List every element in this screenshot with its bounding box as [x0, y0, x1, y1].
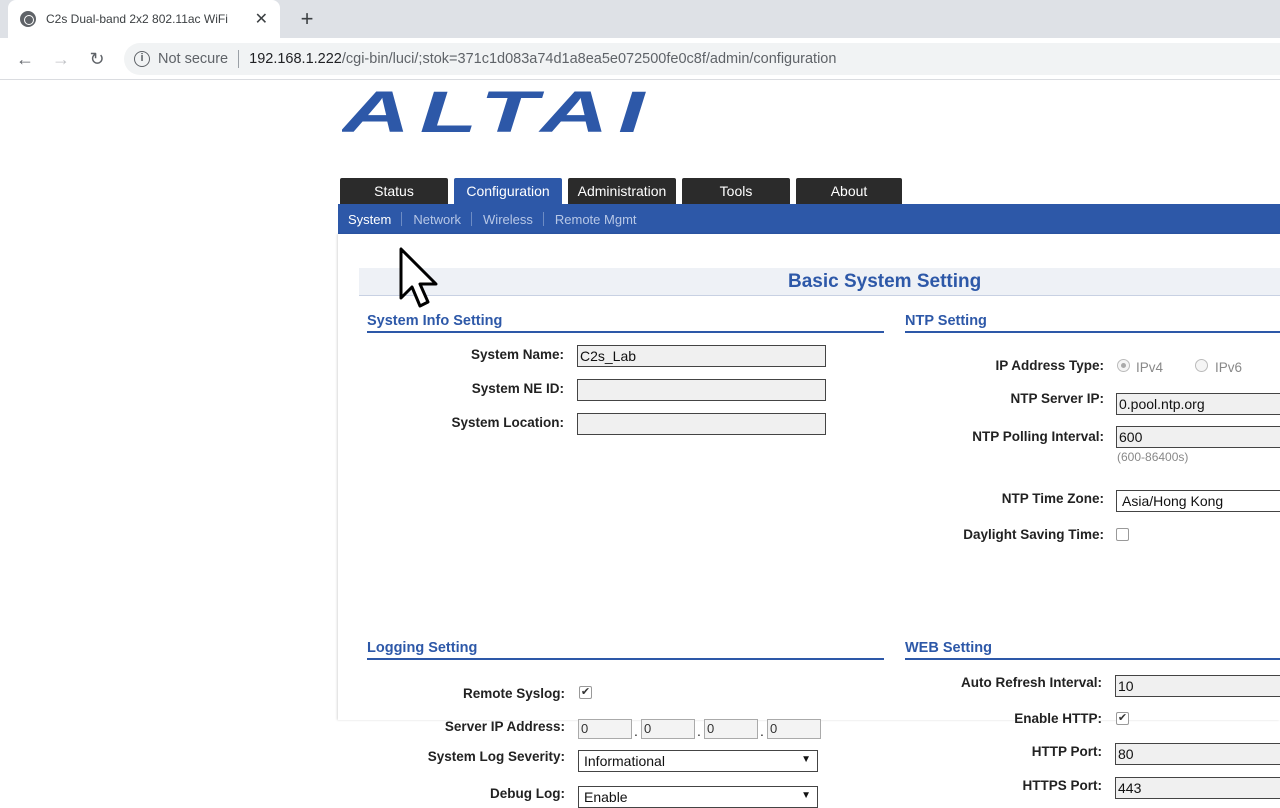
- log-severity-select[interactable]: Informational ▼: [578, 750, 818, 772]
- daylight-saving-label: Daylight Saving Time:: [963, 527, 1104, 542]
- log-severity-value: Informational: [584, 753, 665, 769]
- system-ne-id-input[interactable]: [577, 379, 826, 401]
- ipv4-radio[interactable]: [1117, 359, 1130, 372]
- system-location-label: System Location:: [451, 415, 564, 430]
- server-ip-octet-2[interactable]: 0: [641, 719, 695, 739]
- auto-refresh-label: Auto Refresh Interval:: [960, 675, 1102, 690]
- altai-logo: ALTAI: [342, 86, 654, 136]
- reload-button[interactable]: ↻: [84, 46, 110, 72]
- remote-syslog-label: Remote Syslog:: [462, 686, 565, 701]
- svg-text:ALTAI: ALTAI: [342, 86, 654, 136]
- security-label[interactable]: Not secure: [158, 51, 228, 67]
- server-ip-octet-3[interactable]: 0: [704, 719, 758, 739]
- server-ip-octet-1[interactable]: 0: [578, 719, 632, 739]
- url-host: 192.168.1.222: [249, 51, 342, 67]
- log-severity-label: System Log Severity:: [427, 749, 565, 764]
- subnav-wireless[interactable]: Wireless: [483, 212, 543, 227]
- ipv4-label: IPv4: [1136, 360, 1164, 375]
- chevron-down-icon: ▼: [801, 754, 811, 765]
- system-name-input[interactable]: C2s_Lab: [577, 345, 826, 367]
- globe-icon: [20, 11, 36, 27]
- config-content: Basic System Setting System Info Setting…: [338, 234, 1280, 808]
- ntp-interval-hint: (600-86400s): [1117, 450, 1189, 464]
- mouse-pointer-icon: [399, 247, 438, 308]
- tab-configuration[interactable]: Configuration: [454, 178, 562, 204]
- browser-toolbar: ← → ↻ i Not secure 192.168.1.222/cgi-bin…: [0, 38, 1280, 80]
- https-port-label: HTTPS Port:: [1022, 778, 1103, 793]
- debug-log-select[interactable]: Enable ▼: [578, 786, 818, 808]
- debug-log-value: Enable: [584, 789, 628, 805]
- new-tab-button[interactable]: +: [294, 6, 320, 32]
- info-icon[interactable]: i: [134, 51, 150, 67]
- remote-syslog-checkbox[interactable]: ✔: [579, 686, 592, 699]
- web-heading: WEB Setting: [905, 640, 1280, 660]
- ntp-timezone-value: Asia/Hong Kong: [1122, 493, 1224, 509]
- subnav-divider: [471, 212, 473, 226]
- ntp-server-label: NTP Server IP:: [1010, 391, 1104, 406]
- page-title: Basic System Setting: [788, 271, 982, 292]
- subnav-divider: [401, 212, 403, 226]
- tab-close-icon[interactable]: ✕: [255, 9, 268, 29]
- http-port-input[interactable]: 80: [1115, 743, 1280, 765]
- subnav-remote-mgmt[interactable]: Remote Mgmt: [555, 212, 647, 227]
- ipv6-label: IPv6: [1215, 360, 1243, 375]
- auto-refresh-input[interactable]: 10: [1115, 675, 1280, 697]
- tab-title: C2s Dual-band 2x2 802.11ac WiFi: [46, 12, 228, 26]
- back-button[interactable]: ←: [12, 46, 38, 72]
- enable-http-label: Enable HTTP:: [1014, 711, 1102, 726]
- ntp-server-input[interactable]: 0.pool.ntp.org: [1116, 393, 1280, 415]
- system-info-heading: System Info Setting: [367, 313, 884, 333]
- server-ip-label: Server IP Address:: [444, 719, 565, 734]
- ntp-polling-interval-label: NTP Polling Interval:: [972, 429, 1104, 444]
- ntp-timezone-select[interactable]: Asia/Hong Kong: [1116, 490, 1280, 512]
- sub-navigation: System Network Wireless Remote Mgmt: [338, 204, 1280, 234]
- page-title-bar: Basic System Setting: [359, 268, 1280, 296]
- browser-tab-strip: C2s Dual-band 2x2 802.11ac WiFi ✕ +: [0, 0, 1280, 38]
- debug-log-label: Debug Log:: [490, 786, 565, 801]
- forward-button[interactable]: →: [48, 46, 74, 72]
- ip-dot: .: [697, 723, 701, 739]
- enable-http-checkbox[interactable]: ✔: [1116, 712, 1129, 725]
- ip-address-type-label: IP Address Type:: [995, 358, 1104, 373]
- subnav-network[interactable]: Network: [413, 212, 471, 227]
- address-bar[interactable]: i Not secure 192.168.1.222/cgi-bin/luci/…: [124, 43, 1280, 75]
- subnav-system[interactable]: System: [348, 212, 401, 227]
- tab-about[interactable]: About: [796, 178, 902, 204]
- web-page: ALTAI Status Configuration Administratio…: [0, 80, 1280, 808]
- subnav-divider: [542, 212, 544, 226]
- https-port-input[interactable]: 443: [1115, 777, 1280, 799]
- address-divider: [238, 50, 240, 68]
- server-ip-octet-4[interactable]: 0: [767, 719, 821, 739]
- tab-tools[interactable]: Tools: [682, 178, 790, 204]
- tab-administration[interactable]: Administration: [568, 178, 676, 204]
- ntp-polling-interval-input[interactable]: 600: [1116, 426, 1280, 448]
- ip-dot: .: [760, 723, 764, 739]
- url-path: /cgi-bin/luci/;stok=371c1d083a74d1a8ea5e…: [341, 51, 837, 67]
- tab-status[interactable]: Status: [340, 178, 448, 204]
- url-text[interactable]: 192.168.1.222/cgi-bin/luci/;stok=371c1d0…: [249, 51, 836, 67]
- ip-dot: .: [634, 723, 638, 739]
- logging-heading: Logging Setting: [367, 640, 884, 660]
- system-name-label: System Name:: [470, 347, 564, 362]
- system-location-input[interactable]: [577, 413, 826, 435]
- daylight-saving-checkbox[interactable]: [1116, 528, 1129, 541]
- ntp-heading: NTP Setting: [905, 313, 1280, 333]
- ntp-timezone-label: NTP Time Zone:: [1001, 491, 1104, 506]
- browser-tab[interactable]: C2s Dual-band 2x2 802.11ac WiFi ✕: [8, 0, 280, 38]
- ipv6-radio[interactable]: [1195, 359, 1208, 372]
- http-port-label: HTTP Port:: [1031, 744, 1102, 759]
- system-ne-id-label: System NE ID:: [471, 381, 564, 396]
- chevron-down-icon: ▼: [801, 790, 811, 801]
